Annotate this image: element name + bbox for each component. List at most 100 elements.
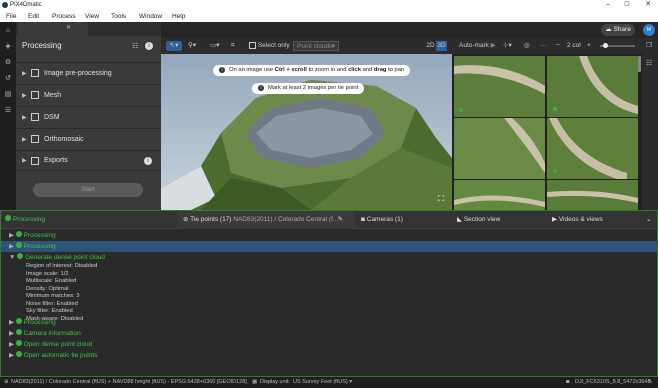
- chevron-right-icon[interactable]: ▶: [22, 92, 28, 99]
- thumbnail-scrollbar[interactable]: [638, 56, 641, 72]
- lasso-tool-button[interactable]: ⌗: [231, 41, 235, 51]
- image-thumbnail[interactable]: [454, 56, 545, 117]
- menu-process[interactable]: Process: [52, 13, 75, 20]
- image-thumbnail[interactable]: [547, 56, 638, 117]
- panel-tab-strip: ✕: [16, 22, 161, 36]
- start-button[interactable]: Start: [33, 183, 143, 197]
- report-icon[interactable]: ▤: [3, 90, 13, 100]
- home-icon[interactable]: ⌂: [3, 26, 13, 36]
- option-mesh[interactable]: ▶ Mesh: [16, 84, 161, 105]
- option-dsm[interactable]: ▶ DSM: [16, 106, 161, 127]
- menu-window[interactable]: Window: [139, 13, 162, 20]
- chevron-down-icon: ▾: [331, 43, 335, 50]
- sidebar-icon-rail: ⌂ ◈ ⚙ ↺ ▤ ☰: [0, 22, 16, 210]
- mode-2d-button[interactable]: 2D: [425, 41, 436, 51]
- point-cloud-render: [161, 38, 452, 210]
- option-image-preprocessing[interactable]: ▶ Image pre-processing: [16, 62, 161, 83]
- zoom-out-button[interactable]: −: [556, 41, 560, 51]
- avatar[interactable]: M: [643, 24, 655, 36]
- chevron-right-icon: ▶: [9, 330, 14, 337]
- history-icon[interactable]: ↺: [3, 74, 13, 84]
- minimize-button[interactable]: –: [598, 0, 618, 10]
- tree-row[interactable]: ▶ Processing: [1, 230, 657, 241]
- tree-row[interactable]: ▶ Open dense point cloud: [1, 339, 657, 350]
- processing-panel: ✕ Processing ☷ i ▶ Image pre-processing …: [16, 22, 161, 210]
- image-thumbnail[interactable]: [547, 118, 638, 179]
- 3d-viewport[interactable]: i On an image use Ctrl + scroll to zoom i…: [161, 38, 452, 210]
- chevron-right-icon[interactable]: ▶: [22, 157, 28, 164]
- tab-videos-views[interactable]: ▶ Videos & views: [552, 211, 603, 229]
- settings-icon[interactable]: ☷: [132, 42, 138, 50]
- log-tab[interactable]: Processing: [5, 211, 45, 229]
- tree-row[interactable]: ▼ Generate dense point cloud: [1, 252, 657, 263]
- fullscreen-icon[interactable]: ⛶: [435, 193, 447, 205]
- slider-handle[interactable]: [603, 43, 608, 48]
- tie-point-tool-button[interactable]: ⊹▾: [503, 41, 512, 51]
- menu-edit[interactable]: Edit: [28, 13, 39, 20]
- checkbox[interactable]: [31, 156, 39, 165]
- target-tool-button[interactable]: ◎: [524, 41, 530, 51]
- chevron-right-icon: ▶: [9, 232, 14, 239]
- layers-icon[interactable]: ◈: [3, 42, 13, 52]
- maximize-button[interactable]: ☐: [617, 0, 637, 10]
- image-thumbnail[interactable]: [454, 118, 545, 179]
- zoom-in-button[interactable]: +: [587, 41, 591, 51]
- share-button[interactable]: ☁ Share: [601, 24, 635, 36]
- panel-tab[interactable]: ✕: [18, 22, 88, 36]
- title-bar: PIX4Dmatic – ☐ ✕: [0, 0, 658, 10]
- expand-panel-button[interactable]: ❐: [646, 41, 652, 51]
- select-only-toggle[interactable]: Select only: [249, 41, 290, 51]
- image-thumbnail[interactable]: [547, 180, 638, 210]
- image-thumbnail[interactable]: [454, 180, 545, 210]
- video-icon: ▶: [552, 216, 557, 223]
- tie-point-icon: ⊛: [183, 216, 189, 223]
- chevron-right-icon[interactable]: ▶: [22, 70, 28, 77]
- tree-row[interactable]: ▶ Camera information: [1, 328, 657, 339]
- checkbox[interactable]: [31, 113, 39, 121]
- header-strip: [161, 22, 658, 38]
- thumbnail-size-slider[interactable]: [600, 43, 635, 48]
- checkbox[interactable]: [31, 69, 39, 77]
- option-exports[interactable]: ▶ Exports i: [16, 150, 161, 171]
- checkbox[interactable]: [249, 41, 256, 49]
- point-clouds-dropdown[interactable]: Point clouds ▾: [293, 41, 339, 51]
- tab-tie-points[interactable]: ⊛ Tie points (17) NAD83(2011) / Colorado…: [177, 211, 355, 229]
- pencil-icon[interactable]: ✎: [338, 211, 343, 229]
- gear-icon[interactable]: ⚙: [3, 58, 13, 68]
- info-icon[interactable]: i: [145, 42, 153, 50]
- list-view-icon[interactable]: ☷: [646, 59, 652, 67]
- menu-file[interactable]: File: [6, 13, 16, 20]
- menu-view[interactable]: View: [85, 13, 99, 20]
- shape-tool-button[interactable]: ▭▾: [210, 41, 219, 51]
- collapse-panel-button[interactable]: ⌄: [646, 211, 651, 229]
- collapse-icon: ⌄: [646, 216, 652, 223]
- close-icon[interactable]: ✕: [66, 24, 71, 31]
- select-tool-button[interactable]: ↖▾: [166, 41, 182, 51]
- close-window-button[interactable]: ✕: [638, 0, 658, 10]
- tab-section-view[interactable]: ◣ Section view: [457, 211, 500, 229]
- mode-3d-button[interactable]: 3D: [436, 41, 447, 51]
- checkbox[interactable]: [31, 135, 39, 143]
- display-unit-dropdown[interactable]: US Survey Feet (ftUS) ▾: [293, 377, 352, 388]
- tab-cameras[interactable]: ◙ Cameras (1): [361, 211, 403, 229]
- crs-label[interactable]: NAD83(2011) / Colorado Central (ftUS) + …: [11, 377, 247, 388]
- globe-icon: ⊕: [4, 379, 9, 385]
- check-circle-icon: [15, 242, 22, 249]
- menu-help[interactable]: Help: [172, 13, 185, 20]
- automark-button[interactable]: Auto-mark ▶: [459, 41, 496, 51]
- sliders-icon[interactable]: ☰: [3, 106, 13, 116]
- ruler-icon: ▦: [252, 379, 258, 385]
- more-options-button[interactable]: ···: [540, 41, 547, 51]
- option-orthomosaic[interactable]: ▶ Orthomosaic: [16, 128, 161, 149]
- chevron-right-icon[interactable]: ▶: [22, 136, 28, 143]
- chevron-right-icon[interactable]: ▶: [22, 114, 28, 121]
- info-icon[interactable]: i: [144, 157, 152, 165]
- tree-row[interactable]: ▶ Open automatic tie points: [1, 350, 657, 361]
- marker-tool-button[interactable]: ⚲▾: [188, 41, 196, 51]
- tree-row[interactable]: ▶ Processing: [1, 317, 657, 328]
- check-circle-icon: [15, 340, 22, 347]
- tree-row-selected[interactable]: ▶ Processing: [1, 241, 657, 252]
- pencil-icon[interactable]: ✎: [648, 377, 653, 388]
- checkbox[interactable]: [31, 91, 39, 99]
- menu-tools[interactable]: Tools: [111, 13, 126, 20]
